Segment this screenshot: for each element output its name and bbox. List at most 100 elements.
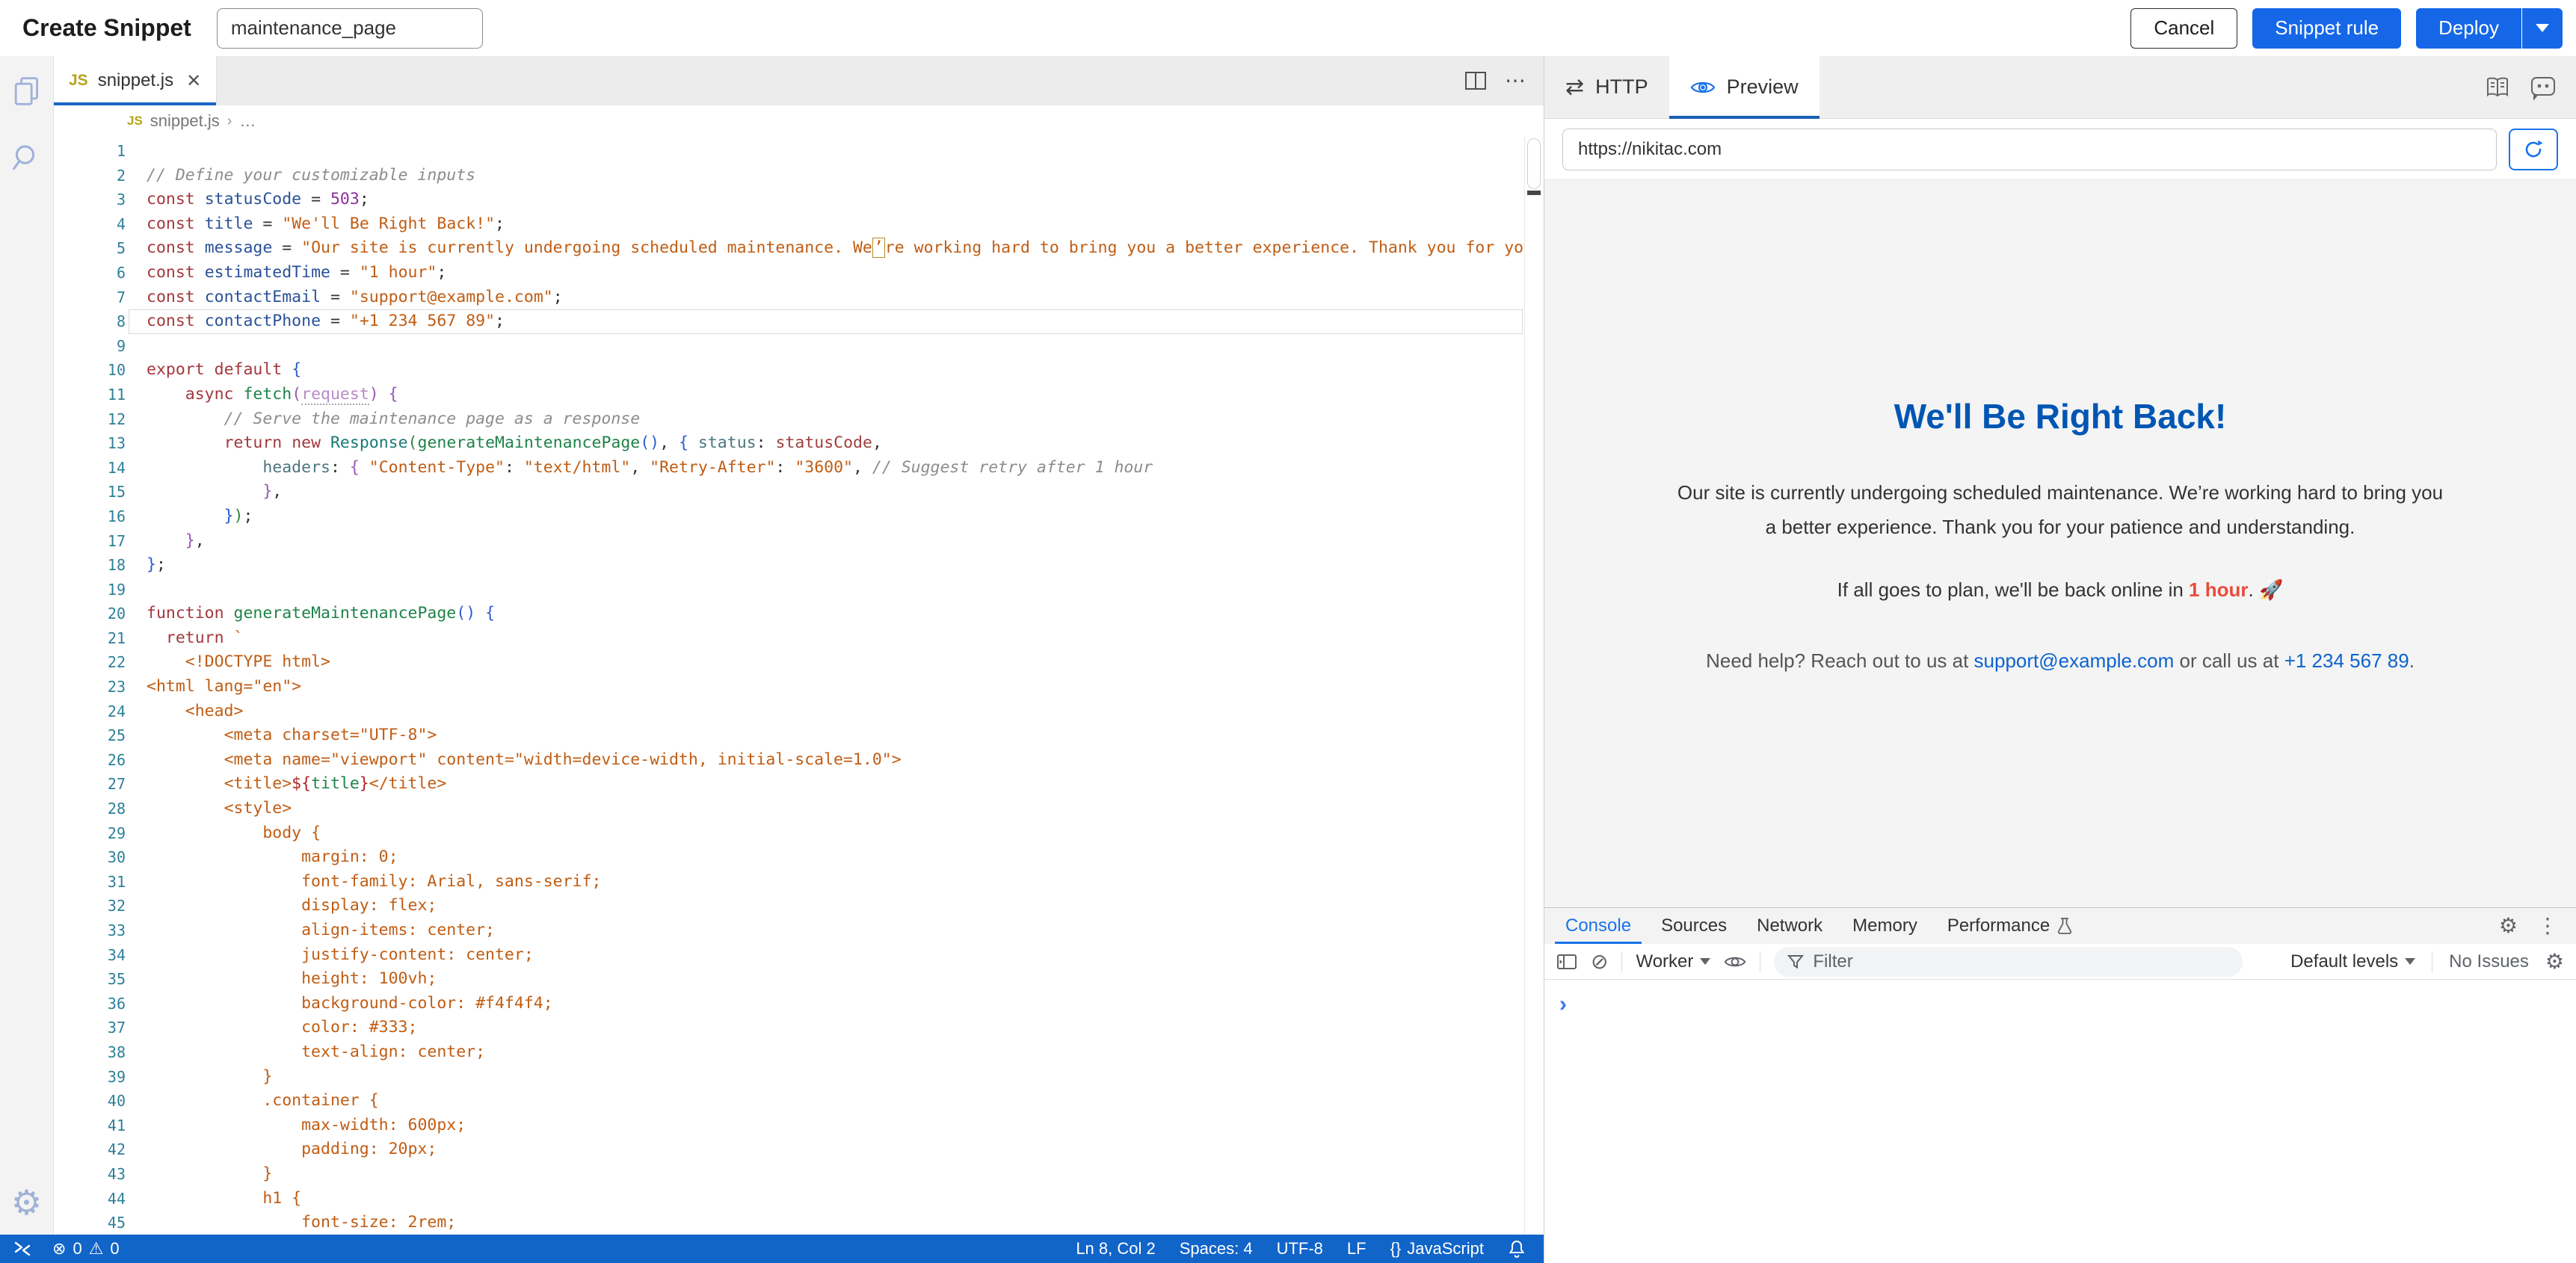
code-text[interactable]: height: 100vh; bbox=[126, 967, 1524, 992]
code-text[interactable] bbox=[126, 334, 1524, 359]
code-text[interactable]: const title = "We'll Be Right Back!"; bbox=[126, 212, 1524, 237]
code-text[interactable]: padding: 20px; bbox=[126, 1137, 1524, 1162]
code-text[interactable]: // Define your customizable inputs bbox=[126, 164, 1524, 188]
tab-preview[interactable]: Preview bbox=[1669, 56, 1819, 118]
code-text[interactable]: } bbox=[126, 1162, 1524, 1187]
code-text[interactable] bbox=[126, 578, 1524, 602]
code-text[interactable]: display: flex; bbox=[126, 894, 1524, 918]
code-text[interactable]: const statusCode = 503; bbox=[126, 188, 1524, 212]
console-filter-input[interactable]: Filter bbox=[1774, 947, 2243, 977]
scrollbar-thumb[interactable] bbox=[1527, 138, 1541, 189]
devtools-tab-sources[interactable]: Sources bbox=[1646, 908, 1742, 944]
code-text[interactable]: <style> bbox=[126, 797, 1524, 821]
code-text[interactable]: const contactEmail = "support@example.co… bbox=[126, 285, 1524, 310]
devtools-settings-gear-icon[interactable]: ⚙ bbox=[2499, 915, 2518, 936]
code-text[interactable]: const estimatedTime = "1 hour"; bbox=[126, 261, 1524, 285]
breadcrumb[interactable]: JS snippet.js › … bbox=[54, 105, 1544, 137]
encoding-setting[interactable]: UTF-8 bbox=[1277, 1239, 1323, 1259]
code-text[interactable]: <head> bbox=[126, 700, 1524, 724]
code-text[interactable]: font-size: 2rem; bbox=[126, 1211, 1524, 1235]
notifications-bell-icon[interactable] bbox=[1508, 1239, 1526, 1259]
editor-scrollbar[interactable] bbox=[1524, 137, 1544, 1235]
phone-link[interactable]: +1 234 567 89 bbox=[2284, 649, 2409, 672]
code-text[interactable]: }); bbox=[126, 504, 1524, 529]
console-settings-gear-icon[interactable]: ⚙ bbox=[2545, 951, 2564, 972]
devtools-tab-network[interactable]: Network bbox=[1742, 908, 1837, 944]
issues-counter[interactable]: No Issues bbox=[2449, 951, 2529, 972]
code-text[interactable]: export default { bbox=[126, 358, 1524, 383]
code-text[interactable]: }; bbox=[126, 553, 1524, 578]
code-text[interactable]: // Serve the maintenance page as a respo… bbox=[126, 407, 1524, 432]
snippet-rule-button[interactable]: Snippet rule bbox=[2252, 8, 2401, 49]
code-text[interactable]: async fetch(request) { bbox=[126, 383, 1524, 407]
code-text[interactable]: justify-content: center; bbox=[126, 943, 1524, 968]
code-text[interactable]: margin: 0; bbox=[126, 845, 1524, 870]
deploy-dropdown-button[interactable] bbox=[2522, 8, 2563, 49]
line-number: 25 bbox=[54, 723, 126, 748]
code-text[interactable]: max-width: 600px; bbox=[126, 1114, 1524, 1138]
problems-indicator[interactable]: ⊗ 0 ⚠ 0 bbox=[52, 1239, 120, 1259]
snippet-name-input[interactable] bbox=[217, 8, 483, 49]
files-icon[interactable] bbox=[11, 75, 43, 107]
code-text[interactable]: }, bbox=[126, 529, 1524, 554]
code-text[interactable]: return ` bbox=[126, 626, 1524, 651]
code-text[interactable]: background-color: #f4f4f4; bbox=[126, 992, 1524, 1016]
code-text[interactable]: <meta name="viewport" content="width=dev… bbox=[126, 748, 1524, 773]
devtools-tab-console[interactable]: Console bbox=[1550, 908, 1646, 944]
url-input[interactable] bbox=[1562, 129, 2497, 170]
code-text[interactable]: const message = "Our site is currently u… bbox=[126, 236, 1524, 261]
code-text[interactable]: <title>${title}</title> bbox=[126, 772, 1524, 797]
indentation-setting[interactable]: Spaces: 4 bbox=[1180, 1239, 1253, 1259]
devtools-tab-performance[interactable]: Performance bbox=[1932, 908, 2087, 944]
code-text[interactable]: headers: { "Content-Type": "text/html", … bbox=[126, 456, 1524, 481]
console-sidebar-toggle-icon[interactable] bbox=[1556, 953, 1577, 971]
docs-book-icon[interactable] bbox=[2485, 75, 2510, 99]
code-text[interactable]: align-items: center; bbox=[126, 918, 1524, 943]
line-number: 17 bbox=[54, 529, 126, 554]
activity-bar: ⚙ bbox=[0, 56, 54, 1235]
code-text[interactable]: }, bbox=[126, 480, 1524, 504]
cancel-button[interactable]: Cancel bbox=[2130, 8, 2237, 49]
code-text[interactable]: <html lang="en"> bbox=[126, 675, 1524, 700]
clear-console-icon[interactable]: ⊘ bbox=[1591, 951, 1608, 972]
code-text[interactable]: .container { bbox=[126, 1089, 1524, 1114]
code-text[interactable]: <meta charset="UTF-8"> bbox=[126, 723, 1524, 748]
split-editor-icon[interactable] bbox=[1464, 71, 1487, 90]
remote-indicator-icon[interactable] bbox=[12, 1239, 33, 1259]
code-text[interactable]: body { bbox=[126, 821, 1524, 846]
live-expression-eye-icon[interactable] bbox=[1724, 954, 1746, 970]
tab-snippet-js[interactable]: JS snippet.js ✕ bbox=[54, 56, 217, 105]
code-text[interactable]: const contactPhone = "+1 234 567 89"; bbox=[126, 309, 1524, 334]
breadcrumb-file[interactable]: snippet.js bbox=[150, 111, 220, 131]
line-number: 33 bbox=[54, 918, 126, 943]
devtools-kebab-menu-icon[interactable]: ⋮ bbox=[2537, 915, 2558, 936]
code-text[interactable]: function generateMaintenancePage() { bbox=[126, 602, 1524, 626]
refresh-button[interactable] bbox=[2509, 129, 2558, 170]
code-text[interactable]: h1 { bbox=[126, 1187, 1524, 1211]
log-levels-selector[interactable]: Default levels bbox=[2290, 951, 2415, 972]
settings-gear-icon[interactable]: ⚙ bbox=[11, 1185, 42, 1220]
code-text[interactable]: return new Response(generateMaintenanceP… bbox=[126, 431, 1524, 456]
discord-icon[interactable] bbox=[2530, 75, 2557, 100]
code-area[interactable]: 12// Define your customizable inputs3con… bbox=[54, 137, 1544, 1235]
eol-setting[interactable]: LF bbox=[1347, 1239, 1366, 1259]
close-tab-icon[interactable]: ✕ bbox=[186, 70, 201, 92]
breadcrumb-more[interactable]: … bbox=[239, 111, 256, 131]
line-number: 21 bbox=[54, 626, 126, 651]
support-email-link[interactable]: support@example.com bbox=[1974, 649, 2175, 672]
tab-http[interactable]: ⇄ HTTP bbox=[1544, 56, 1669, 118]
code-text[interactable]: color: #333; bbox=[126, 1016, 1524, 1040]
console-prompt-chevron[interactable]: › bbox=[1544, 980, 2576, 1016]
code-line: 19 bbox=[54, 578, 1524, 602]
code-text[interactable]: font-family: Arial, sans-serif; bbox=[126, 870, 1524, 895]
devtools-tab-memory[interactable]: Memory bbox=[1837, 908, 1932, 944]
code-text[interactable] bbox=[126, 139, 1524, 164]
more-actions-icon[interactable]: ⋯ bbox=[1505, 70, 1526, 91]
deploy-button[interactable]: Deploy bbox=[2416, 8, 2521, 49]
search-icon[interactable] bbox=[11, 143, 43, 174]
code-text[interactable]: <!DOCTYPE html> bbox=[126, 650, 1524, 675]
code-text[interactable]: } bbox=[126, 1065, 1524, 1090]
code-text[interactable]: text-align: center; bbox=[126, 1040, 1524, 1065]
language-mode[interactable]: {} JavaScript bbox=[1390, 1239, 1484, 1259]
cursor-position[interactable]: Ln 8, Col 2 bbox=[1076, 1239, 1155, 1259]
